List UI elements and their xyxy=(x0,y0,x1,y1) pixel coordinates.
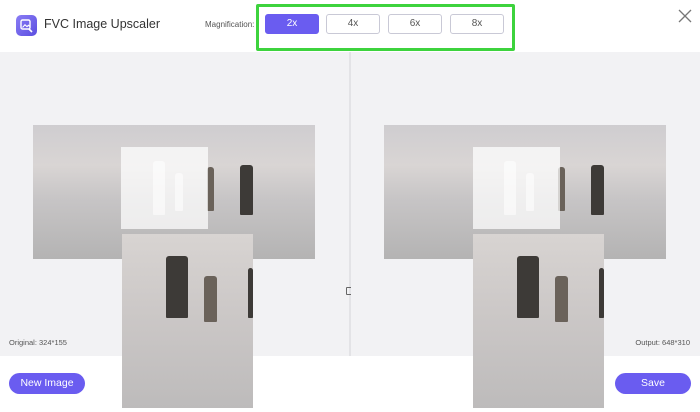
magnification-label: Magnification: xyxy=(205,20,255,29)
new-image-button[interactable]: New Image xyxy=(9,373,85,394)
magnification-8x-button[interactable]: 8x xyxy=(450,14,504,34)
output-preview-panel[interactable]: Output: 648*310 xyxy=(351,52,700,408)
original-size-label: Original: 324*155 xyxy=(9,338,67,347)
magnification-2x-button[interactable]: 2x xyxy=(265,14,319,34)
original-zoom-view xyxy=(122,234,253,408)
magnification-6x-button[interactable]: 6x xyxy=(388,14,442,34)
output-size-label: Output: 648*310 xyxy=(635,338,690,347)
original-crop-box[interactable] xyxy=(121,147,208,229)
app-header: FVC Image Upscaler Magnification: 2x 4x … xyxy=(0,0,700,52)
app-logo-icon xyxy=(16,15,37,36)
output-zoom-view xyxy=(473,234,604,408)
save-button[interactable]: Save xyxy=(615,373,691,394)
magnification-4x-button[interactable]: 4x xyxy=(326,14,380,34)
app-title: FVC Image Upscaler xyxy=(44,17,161,31)
original-preview-panel[interactable]: Original: 324*155 xyxy=(0,52,349,408)
output-crop-box[interactable] xyxy=(473,147,560,229)
close-icon[interactable] xyxy=(677,8,693,24)
